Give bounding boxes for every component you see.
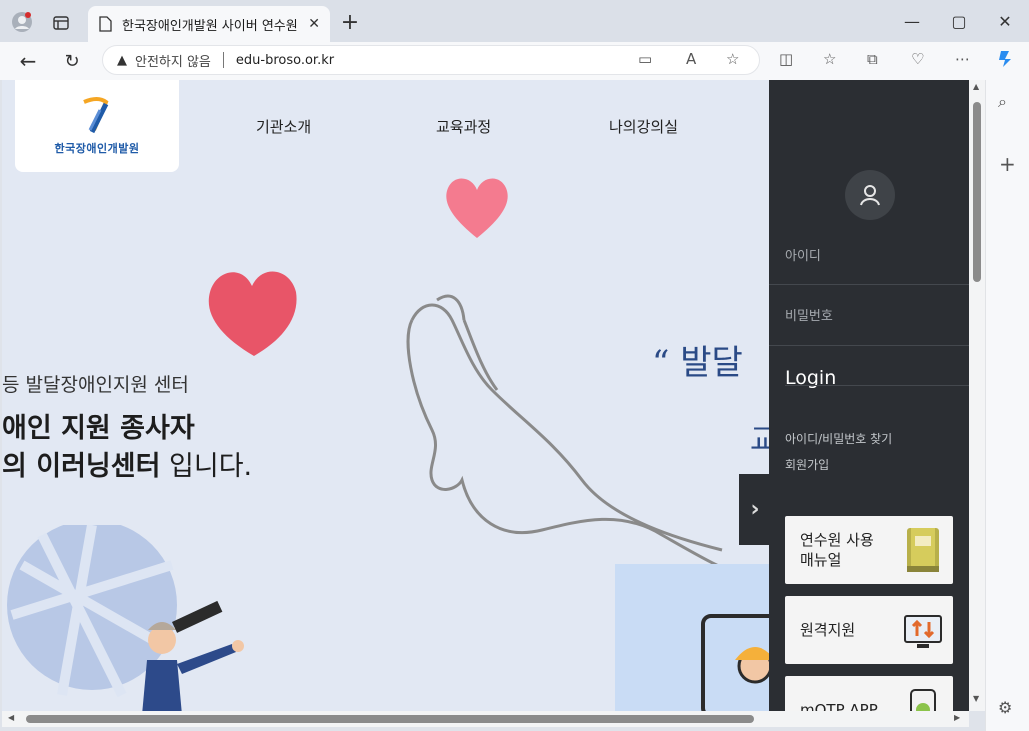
remote-support-card[interactable]: 원격지원 xyxy=(785,596,953,664)
login-divider xyxy=(785,385,969,386)
motp-app-card[interactable]: mOTP APP xyxy=(785,676,953,711)
scroll-left-icon[interactable]: ◀ xyxy=(8,713,14,722)
find-account-link[interactable]: 아이디/비밀번호 찾기 xyxy=(785,430,892,447)
hero-subtitle: 등 발달장애인지원 센터 xyxy=(2,374,189,396)
remote-monitor-icon xyxy=(904,615,942,648)
vertical-scroll-thumb[interactable] xyxy=(973,102,981,282)
back-button[interactable]: ← xyxy=(16,49,40,73)
tab-active[interactable]: 한국장애인개발원 사이버 연수원 ✕ xyxy=(88,6,330,42)
hero-title-line2-rest: 입니다. xyxy=(160,451,253,482)
profile-icon xyxy=(12,12,32,32)
password-divider xyxy=(769,345,969,346)
tab-actions-button[interactable] xyxy=(50,12,72,34)
heart-illustration-pink xyxy=(446,178,508,238)
heart-illustration-red xyxy=(208,271,297,356)
close-window-button[interactable]: ✕ xyxy=(993,10,1017,32)
read-aloud-icon[interactable]: A xyxy=(686,50,696,68)
hero-title-line2-bold: 의 이러닝센터 xyxy=(2,451,161,482)
favorite-star-icon[interactable]: ☆ xyxy=(726,50,739,68)
address-divider xyxy=(222,52,224,68)
remote-support-card-label: 원격지원 xyxy=(800,621,856,639)
motp-app-card-label: mOTP APP xyxy=(800,701,878,711)
profile-avatar[interactable] xyxy=(10,10,34,34)
collections-icon[interactable]: ⧉ xyxy=(867,50,878,68)
security-label: 안전하지 않음 xyxy=(135,54,211,70)
settings-icon[interactable]: ⚙ xyxy=(998,698,1012,717)
login-panel: 아이디 비밀번호 Login 아이디/비밀번호 찾기 회원가입 연수원 사용 매… xyxy=(769,80,969,711)
id-divider xyxy=(769,284,969,285)
password-field[interactable]: 비밀번호 xyxy=(785,305,833,324)
browser-sidebar: ⌕ + ⚙ xyxy=(985,80,1029,731)
scroll-up-icon[interactable]: ▲ xyxy=(973,82,979,91)
user-icon xyxy=(860,185,880,206)
hero-title-line2: 의 이러닝센터 입니다. xyxy=(2,444,252,483)
tab-title: 한국장애인개발원 사이버 연수원 xyxy=(122,18,298,34)
signup-link[interactable]: 회원가입 xyxy=(785,456,829,473)
more-menu-icon[interactable]: ⋯ xyxy=(955,50,970,68)
horizontal-scroll-thumb[interactable] xyxy=(26,715,754,723)
quote-line1: “ 발달 xyxy=(652,343,743,383)
panel-toggle-button[interactable]: › xyxy=(739,474,771,545)
horizontal-scrollbar[interactable]: ◀ ▶ xyxy=(2,711,969,727)
logo-text: 한국장애인개발원 xyxy=(54,142,140,155)
person-screen-illustration xyxy=(701,614,785,711)
web-page: 한국장애인개발원 기관소개 교육과정 나의강의실 등 발달장애인지원 센터 애인… xyxy=(2,80,969,711)
hero-title-line1: 애인 지원 종사자 xyxy=(2,413,195,444)
search-icon[interactable]: ⌕ xyxy=(998,92,1007,112)
nav-item-courses[interactable]: 교육과정 xyxy=(436,116,491,137)
site-logo[interactable]: 한국장애인개발원 xyxy=(15,80,179,172)
nav-item-my-classroom[interactable]: 나의강의실 xyxy=(609,116,678,137)
scroll-right-icon[interactable]: ▶ xyxy=(954,713,960,722)
phone-shield-icon xyxy=(910,689,936,711)
illustration-panel xyxy=(615,564,785,711)
manual-card-label: 연수원 사용 매뉴얼 xyxy=(800,531,874,569)
avatar xyxy=(845,170,895,220)
refresh-button[interactable]: ↻ xyxy=(60,50,84,72)
split-screen-icon[interactable]: ◫ xyxy=(779,50,793,68)
copilot-icon[interactable] xyxy=(995,48,1017,74)
man-with-telescope-illustration xyxy=(142,600,244,711)
url-text: edu-broso.or.kr xyxy=(235,52,335,68)
new-tab-button[interactable]: + xyxy=(338,10,362,35)
tab-bar: 한국장애인개발원 사이버 연수원 ✕ + — ▢ ✕ xyxy=(0,0,1029,42)
nav-item-about[interactable]: 기관소개 xyxy=(256,116,311,137)
logo-mark-icon xyxy=(83,97,109,134)
camera-off-icon[interactable]: ▭ xyxy=(638,50,652,68)
manual-card[interactable]: 연수원 사용 매뉴얼 xyxy=(785,516,953,584)
book-icon xyxy=(907,528,939,572)
page-icon xyxy=(99,16,112,32)
scroll-down-icon[interactable]: ▼ xyxy=(973,694,979,703)
warning-icon: ▲ xyxy=(117,52,127,68)
close-tab-icon[interactable]: ✕ xyxy=(308,16,320,32)
maximize-button[interactable]: ▢ xyxy=(947,10,971,32)
chevron-right-icon: › xyxy=(750,497,760,522)
minimize-button[interactable]: — xyxy=(900,10,924,32)
tab-actions-icon xyxy=(53,16,69,30)
add-sidebar-icon[interactable]: + xyxy=(999,152,1016,176)
browser-essentials-icon[interactable]: ♡ xyxy=(911,50,924,68)
favorites-icon[interactable]: ☆ xyxy=(823,50,836,68)
hand-line-illustration xyxy=(406,294,753,580)
address-bar[interactable]: ▲ 안전하지 않음 edu-broso.or.kr xyxy=(102,45,760,75)
id-field[interactable]: 아이디 xyxy=(785,245,821,264)
vertical-scrollbar[interactable]: ▲ ▼ xyxy=(969,80,985,711)
